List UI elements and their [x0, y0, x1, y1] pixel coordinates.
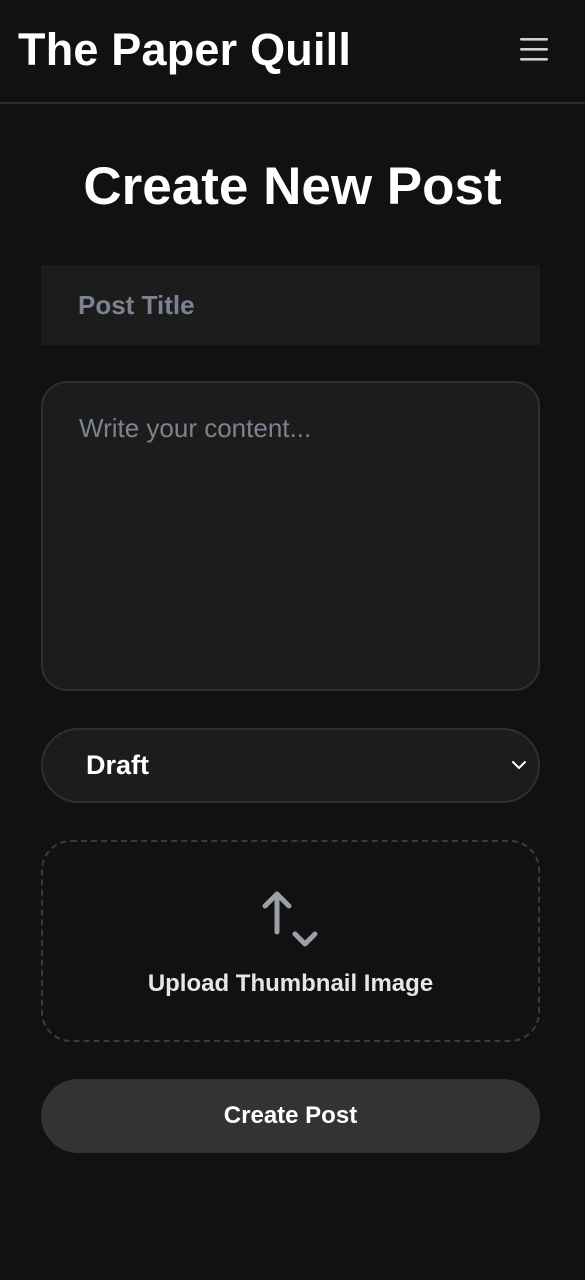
menu-button[interactable] [510, 30, 558, 70]
post-title-input[interactable] [41, 265, 540, 345]
status-selected-value: Draft [86, 750, 150, 780]
brand-title[interactable]: The Paper Quill [18, 24, 351, 76]
app-header: The Paper Quill [0, 0, 585, 104]
thumbnail-upload-dropzone[interactable]: Upload Thumbnail Image [41, 840, 540, 1042]
create-post-button[interactable]: Create Post [41, 1079, 540, 1153]
upload-arrows-icon [262, 891, 318, 947]
chevron-down-icon [512, 761, 526, 769]
post-content-textarea[interactable] [41, 381, 540, 691]
status-select[interactable]: Draft [41, 728, 540, 803]
upload-label: Upload Thumbnail Image [147, 970, 434, 997]
page-title: Create New Post [83, 157, 502, 216]
hamburger-menu-icon [520, 38, 548, 61]
